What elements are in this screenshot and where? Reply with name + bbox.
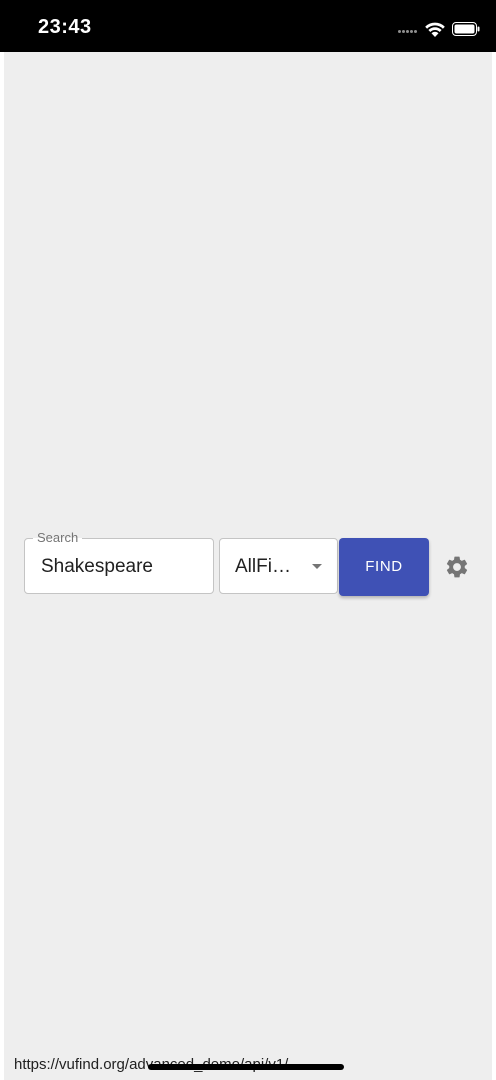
search-label: Search (33, 530, 83, 546)
app-content: Search Shakespeare AllFi… FIND https://v… (4, 52, 492, 1080)
wifi-icon (425, 22, 445, 37)
search-bar: Search Shakespeare AllFi… FIND (4, 530, 492, 596)
home-indicator[interactable] (148, 1064, 344, 1070)
status-bar: 23:43 (0, 0, 496, 52)
search-value[interactable]: Shakespeare (41, 555, 153, 579)
search-field-select[interactable]: AllFi… (219, 538, 338, 594)
battery-icon (452, 22, 480, 36)
search-input[interactable]: Search Shakespeare (24, 530, 214, 594)
gear-icon[interactable] (444, 554, 470, 580)
cellular-dots-icon (398, 30, 418, 34)
select-value: AllFi… (235, 556, 291, 577)
find-button[interactable]: FIND (339, 538, 429, 596)
caret-down-icon (312, 564, 322, 569)
phone-screen: 23:43 Search Shakespeare AllFi… FIND (0, 0, 496, 1080)
status-time: 23:43 (38, 16, 92, 38)
